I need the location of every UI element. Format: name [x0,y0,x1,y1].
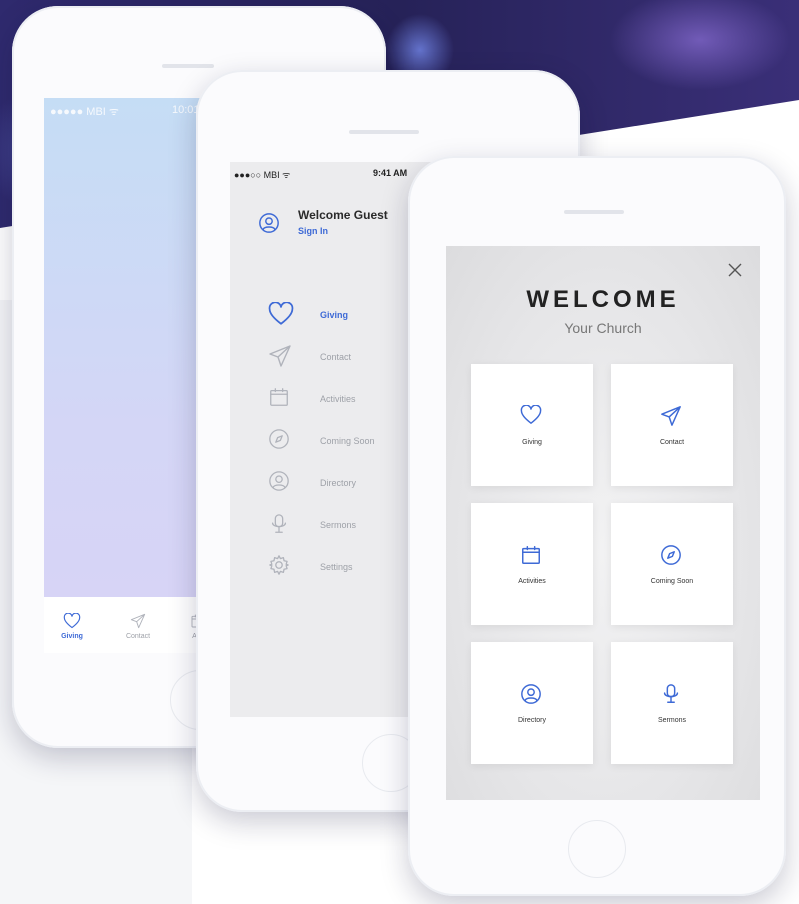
heart-icon [268,302,294,325]
tab-label: Contact [125,633,151,640]
menu-item-label: Settings [320,562,353,572]
tab-label: Giving [61,633,83,640]
tile-label: Directory [517,717,546,724]
menu-item-label: Giving [320,310,349,320]
tile-label: Contact [659,439,685,446]
user-name: Welcome Guest [298,208,388,222]
tile-label: Giving [522,439,542,446]
welcome-title: WELCOME [526,286,680,313]
compass-icon [661,545,681,565]
tab-giving[interactable]: Giving [44,597,100,653]
calendar-icon [522,546,540,564]
sign-in-link[interactable]: Sign In [298,226,328,236]
user-circle-icon [269,471,289,491]
menu-item-label: Directory [320,478,357,488]
user-circle-icon [259,213,279,233]
close-icon[interactable] [728,263,742,277]
menu-item-label: Sermons [320,520,357,530]
send-icon [130,613,146,629]
calendar-icon [270,388,288,406]
menu-item-label: Activities [320,394,356,404]
heart-icon [63,613,81,629]
heart-icon [520,405,542,424]
tile-label: Coming Soon [650,578,694,585]
church-subtitle: Your Church [564,320,642,336]
phone-front: WELCOME Your Church Giving Contact Activ… [408,156,786,896]
menu-item-label: Coming Soon [320,436,375,446]
user-circle-icon [521,684,541,704]
tab-contact[interactable]: Contact [110,597,166,653]
gear-icon [269,555,289,575]
microphone-icon [271,514,287,533]
tile-label: Activities [518,578,546,585]
status-time: 9:41 AM [373,168,408,178]
carrier-label: ●●●●● MBI ᯤ [50,106,119,118]
compass-icon [269,429,289,449]
carrier-label: ●●●○○ MBI ᯤ [234,170,291,180]
send-icon [269,345,291,367]
microphone-icon [663,684,679,703]
send-icon [661,406,681,426]
tile-giving[interactable]: Giving [471,364,593,486]
tile-sermons[interactable]: Sermons [611,642,733,764]
menu-item-label: Contact [320,352,352,362]
tile-coming-soon[interactable]: Coming Soon [611,503,733,625]
tile-label: Sermons [657,717,686,724]
tile-contact[interactable]: Contact [611,364,733,486]
welcome-screen: WELCOME Your Church Giving Contact Activ… [446,246,760,800]
tile-activities[interactable]: Activities [471,503,593,625]
tile-directory[interactable]: Directory [471,642,593,764]
